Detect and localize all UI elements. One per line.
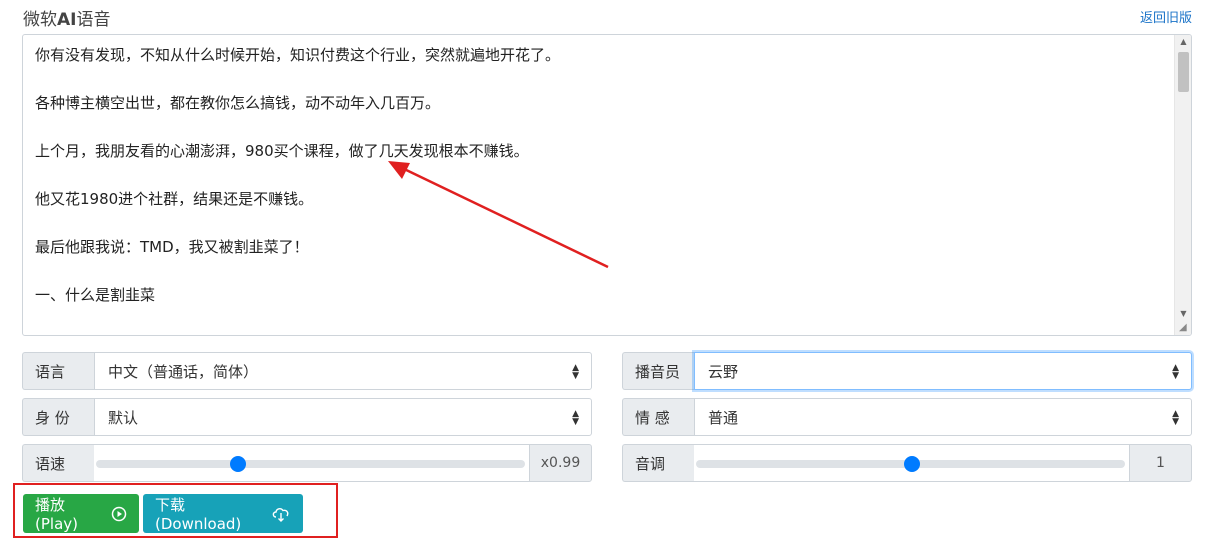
annotation-arrow-icon	[388, 161, 609, 269]
role-select[interactable]: 默认 ▲ ▼	[94, 398, 592, 436]
textarea-scrollbar[interactable]: ▲ ▼	[1174, 35, 1191, 335]
speed-slider-track[interactable]	[96, 460, 525, 468]
speed-value: x0.99	[529, 444, 592, 482]
pitch-slider-thumb[interactable]	[903, 456, 920, 472]
language-group: 语言 中文（普通话，简体） ▲ ▼	[22, 352, 592, 390]
text-paragraph: 你有没有发现，不知从什么时候开始，知识付费这个行业，突然就遍地开花了。	[35, 46, 561, 64]
emotion-label: 情 感	[622, 398, 694, 436]
scroll-thumb[interactable]	[1178, 52, 1189, 92]
pitch-group: 音调 1	[622, 444, 1192, 482]
emotion-value: 普通	[708, 408, 739, 427]
speed-group: 语速 x0.99	[22, 444, 592, 482]
select-caret-icon: ▲ ▼	[572, 363, 579, 381]
pitch-label: 音调	[622, 444, 694, 482]
language-value: 中文（普通话，简体）	[108, 362, 259, 381]
title-prefix: 微软	[23, 10, 57, 30]
back-to-old-version-link[interactable]: 返回旧版	[1140, 7, 1192, 26]
language-label: 语言	[22, 352, 94, 390]
speed-slider[interactable]	[94, 444, 529, 482]
text-paragraph: 各种博主横空出世，都在教你怎么搞钱，动不动年入几百万。	[35, 94, 441, 112]
play-circle-icon	[111, 506, 127, 522]
scroll-down-icon[interactable]: ▼	[1175, 307, 1191, 321]
speaker-select[interactable]: 云野 ▲ ▼	[694, 352, 1192, 390]
speaker-label: 播音员	[622, 352, 694, 390]
cloud-download-icon	[271, 506, 291, 522]
select-caret-icon: ▲ ▼	[572, 409, 579, 427]
text-paragraph: 一、什么是割韭菜	[35, 286, 156, 304]
speaker-value: 云野	[708, 362, 739, 381]
download-button-label: 下载(Download)	[155, 496, 242, 533]
role-group: 身 份 默认 ▲ ▼	[22, 398, 592, 436]
role-value: 默认	[108, 408, 139, 427]
speed-label: 语速	[22, 444, 94, 482]
download-button[interactable]: 下载(Download)	[143, 494, 303, 533]
play-button-label: 播放(Play)	[35, 496, 78, 533]
select-caret-icon: ▲ ▼	[1172, 363, 1179, 381]
play-button[interactable]: 播放(Play)	[23, 494, 139, 533]
language-select[interactable]: 中文（普通话，简体） ▲ ▼	[94, 352, 592, 390]
page-title: 微软AI语音	[23, 5, 110, 30]
role-label: 身 份	[22, 398, 94, 436]
resize-grip-icon[interactable]: ◢	[1179, 323, 1189, 333]
pitch-slider[interactable]	[694, 444, 1129, 482]
emotion-select[interactable]: 普通 ▲ ▼	[694, 398, 1192, 436]
scroll-up-icon[interactable]: ▲	[1175, 35, 1191, 49]
speed-slider-thumb[interactable]	[229, 456, 246, 472]
speaker-group: 播音员 云野 ▲ ▼	[622, 352, 1192, 390]
title-bold: AI	[57, 10, 77, 30]
pitch-value: 1	[1129, 444, 1192, 482]
emotion-group: 情 感 普通 ▲ ▼	[622, 398, 1192, 436]
title-suffix: 语音	[76, 10, 111, 30]
select-caret-icon: ▲ ▼	[1172, 409, 1179, 427]
